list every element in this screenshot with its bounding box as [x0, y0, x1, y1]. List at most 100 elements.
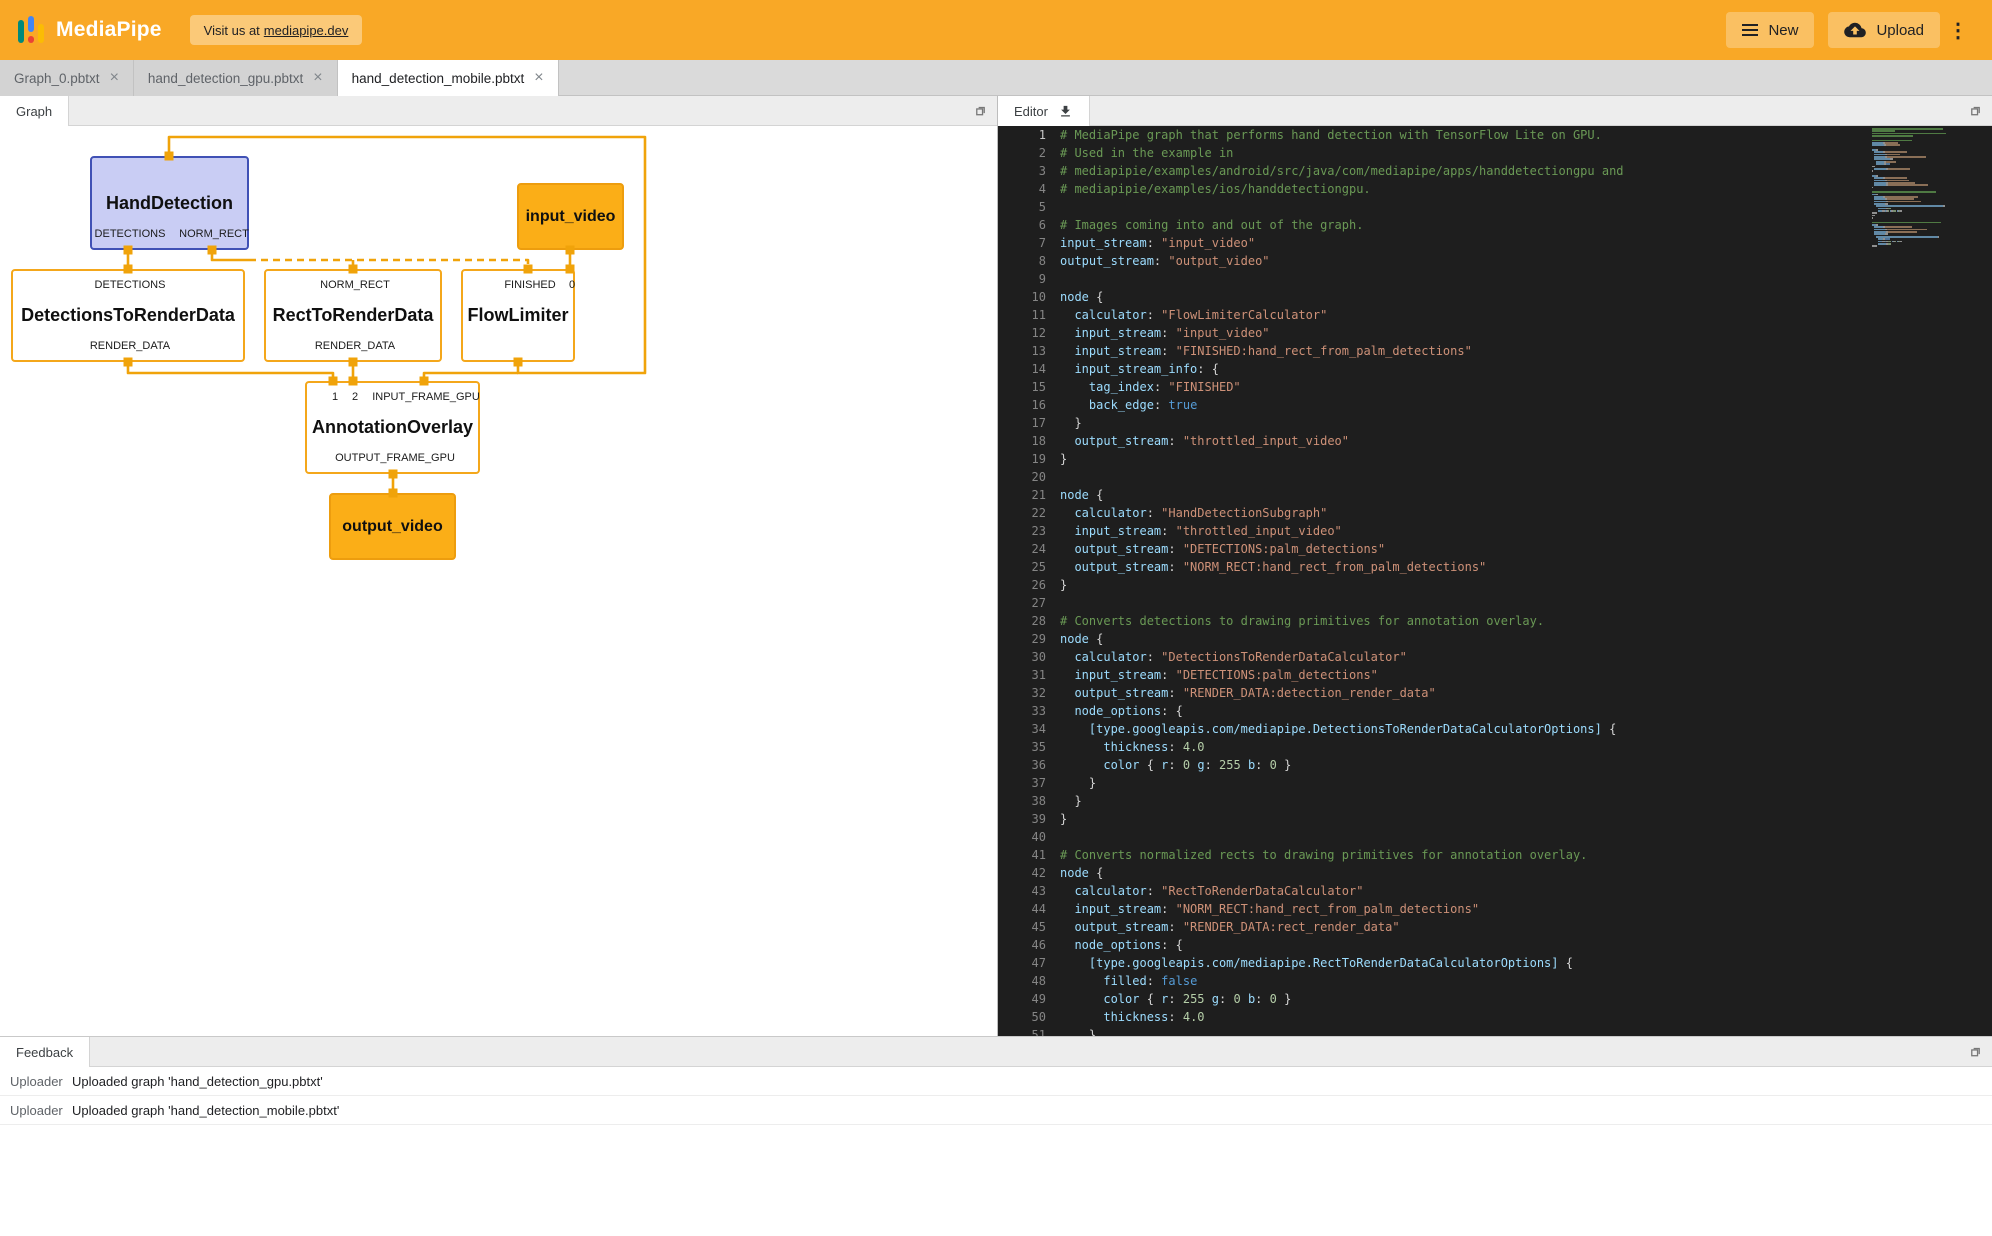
code-line-49[interactable]: color { r: 255 g: 0 b: 0 }	[1060, 990, 1862, 1008]
tab-editor[interactable]: Editor	[998, 96, 1090, 126]
feedback-source: Uploader	[10, 1103, 72, 1118]
code-line-44[interactable]: input_stream: "NORM_RECT:hand_rect_from_…	[1060, 900, 1862, 918]
code-line-39[interactable]: }	[1060, 810, 1862, 828]
code-line-28[interactable]: # Converts detections to drawing primiti…	[1060, 612, 1862, 630]
code-line-2[interactable]: # Used in the example in	[1060, 144, 1862, 162]
code-line-36[interactable]: color { r: 0 g: 255 b: 0 }	[1060, 756, 1862, 774]
code-line-25[interactable]: output_stream: "NORM_RECT:hand_rect_from…	[1060, 558, 1862, 576]
tab-close-icon[interactable]: ×	[534, 70, 543, 86]
graph-node-HandDetection[interactable]: HandDetectionDETECTIONSNORM_RECT	[90, 156, 249, 250]
code-line-38[interactable]: }	[1060, 792, 1862, 810]
code-line-19[interactable]: }	[1060, 450, 1862, 468]
download-icon[interactable]	[1058, 104, 1073, 119]
code-line-37[interactable]: }	[1060, 774, 1862, 792]
code-line-42[interactable]: node {	[1060, 864, 1862, 882]
code-line-34[interactable]: [type.googleapis.com/mediapipe.Detection…	[1060, 720, 1862, 738]
line-number: 17	[998, 414, 1046, 432]
code-line-32[interactable]: output_stream: "RENDER_DATA:detection_re…	[1060, 684, 1862, 702]
file-tab-hand_detection_mobile.pbtxt[interactable]: hand_detection_mobile.pbtxt ×	[338, 60, 559, 96]
tab-close-icon[interactable]: ×	[110, 70, 119, 86]
line-number: 16	[998, 396, 1046, 414]
code-line-31[interactable]: input_stream: "DETECTIONS:palm_detection…	[1060, 666, 1862, 684]
visit-link[interactable]: mediapipe.dev	[264, 23, 349, 38]
graph-node-input_video[interactable]: input_video	[517, 183, 624, 250]
tab-graph[interactable]: Graph	[0, 96, 69, 126]
graph-node-AnnotationOverlay[interactable]: AnnotationOverlay12INPUT_FRAME_GPUOUTPUT…	[305, 381, 480, 474]
expand-editor-panel-icon[interactable]	[1967, 103, 1984, 120]
tab-close-icon[interactable]: ×	[313, 70, 322, 86]
graph-node-output_video[interactable]: output_video	[329, 493, 456, 560]
line-number: 22	[998, 504, 1046, 522]
line-number: 47	[998, 954, 1046, 972]
code-line-33[interactable]: node_options: {	[1060, 702, 1862, 720]
line-number: 28	[998, 612, 1046, 630]
graph-node-DetectionsToRenderData[interactable]: DetectionsToRenderDataDETECTIONSRENDER_D…	[11, 269, 245, 362]
code-line-20[interactable]	[1060, 468, 1862, 486]
minimap-line	[1872, 245, 1976, 247]
code-line-3[interactable]: # mediapipie/examples/android/src/java/c…	[1060, 162, 1862, 180]
app-header: MediaPipe Visit us at mediapipe.dev New …	[0, 0, 1992, 60]
new-button[interactable]: New	[1726, 12, 1814, 48]
file-tab-label: hand_detection_mobile.pbtxt	[352, 71, 525, 86]
feedback-source: Uploader	[10, 1074, 72, 1089]
code-line-43[interactable]: calculator: "RectToRenderDataCalculator"	[1060, 882, 1862, 900]
port-label-RENDER_DATA: RENDER_DATA	[315, 340, 395, 352]
app-title: MediaPipe	[56, 18, 162, 42]
code-editor[interactable]: 1234567891011121314151617181920212223242…	[998, 126, 1992, 1036]
code-line-29[interactable]: node {	[1060, 630, 1862, 648]
port-label-2: 2	[352, 391, 358, 403]
code-line-5[interactable]	[1060, 198, 1862, 216]
hamburger-icon	[1742, 23, 1758, 37]
code-line-40[interactable]	[1060, 828, 1862, 846]
editor-minimap[interactable]	[1872, 128, 1976, 248]
code-line-13[interactable]: input_stream: "FINISHED:hand_rect_from_p…	[1060, 342, 1862, 360]
line-number: 43	[998, 882, 1046, 900]
line-number: 18	[998, 432, 1046, 450]
code-line-41[interactable]: # Converts normalized rects to drawing p…	[1060, 846, 1862, 864]
code-line-30[interactable]: calculator: "DetectionsToRenderDataCalcu…	[1060, 648, 1862, 666]
line-number: 2	[998, 144, 1046, 162]
code-line-10[interactable]: node {	[1060, 288, 1862, 306]
file-tab-Graph_0.pbtxt[interactable]: Graph_0.pbtxt×	[0, 60, 134, 96]
code-line-35[interactable]: thickness: 4.0	[1060, 738, 1862, 756]
tab-feedback[interactable]: Feedback	[0, 1037, 90, 1067]
code-line-14[interactable]: input_stream_info: {	[1060, 360, 1862, 378]
code-line-27[interactable]	[1060, 594, 1862, 612]
file-tab-hand_detection_gpu.pbtxt[interactable]: hand_detection_gpu.pbtxt×	[134, 60, 338, 96]
code-line-8[interactable]: output_stream: "output_video"	[1060, 252, 1862, 270]
graph-node-FlowLimiter[interactable]: FlowLimiterFINISHED0	[461, 269, 575, 362]
code-line-16[interactable]: back_edge: true	[1060, 396, 1862, 414]
code-line-11[interactable]: calculator: "FlowLimiterCalculator"	[1060, 306, 1862, 324]
code-line-50[interactable]: thickness: 4.0	[1060, 1008, 1862, 1026]
code-line-1[interactable]: # MediaPipe graph that performs hand det…	[1060, 126, 1862, 144]
code-line-23[interactable]: input_stream: "throttled_input_video"	[1060, 522, 1862, 540]
kebab-menu-icon[interactable]: ⋮	[1942, 16, 1974, 45]
code-line-7[interactable]: input_stream: "input_video"	[1060, 234, 1862, 252]
code-line-12[interactable]: input_stream: "input_video"	[1060, 324, 1862, 342]
graph-node-title: HandDetection	[106, 193, 233, 214]
code-line-26[interactable]: }	[1060, 576, 1862, 594]
code-line-17[interactable]: }	[1060, 414, 1862, 432]
code-line-9[interactable]	[1060, 270, 1862, 288]
line-number: 32	[998, 684, 1046, 702]
line-number: 8	[998, 252, 1046, 270]
graph-node-title: AnnotationOverlay	[312, 417, 473, 438]
code-line-46[interactable]: node_options: {	[1060, 936, 1862, 954]
code-line-4[interactable]: # mediapipie/examples/ios/handdetectiong…	[1060, 180, 1862, 198]
code-line-47[interactable]: [type.googleapis.com/mediapipe.RectToRen…	[1060, 954, 1862, 972]
code-line-15[interactable]: tag_index: "FINISHED"	[1060, 378, 1862, 396]
upload-button[interactable]: Upload	[1828, 12, 1940, 48]
mediapipe-logo	[18, 16, 44, 44]
line-number: 48	[998, 972, 1046, 990]
graph-node-RectToRenderData[interactable]: RectToRenderDataNORM_RECTRENDER_DATA	[264, 269, 442, 362]
code-line-6[interactable]: # Images coming into and out of the grap…	[1060, 216, 1862, 234]
code-line-21[interactable]: node {	[1060, 486, 1862, 504]
code-line-48[interactable]: filled: false	[1060, 972, 1862, 990]
expand-feedback-panel-icon[interactable]	[1967, 1044, 1984, 1061]
code-line-18[interactable]: output_stream: "throttled_input_video"	[1060, 432, 1862, 450]
code-line-51[interactable]: }	[1060, 1026, 1862, 1036]
code-line-45[interactable]: output_stream: "RENDER_DATA:rect_render_…	[1060, 918, 1862, 936]
expand-graph-panel-icon[interactable]	[972, 103, 989, 120]
code-line-22[interactable]: calculator: "HandDetectionSubgraph"	[1060, 504, 1862, 522]
code-line-24[interactable]: output_stream: "DETECTIONS:palm_detectio…	[1060, 540, 1862, 558]
